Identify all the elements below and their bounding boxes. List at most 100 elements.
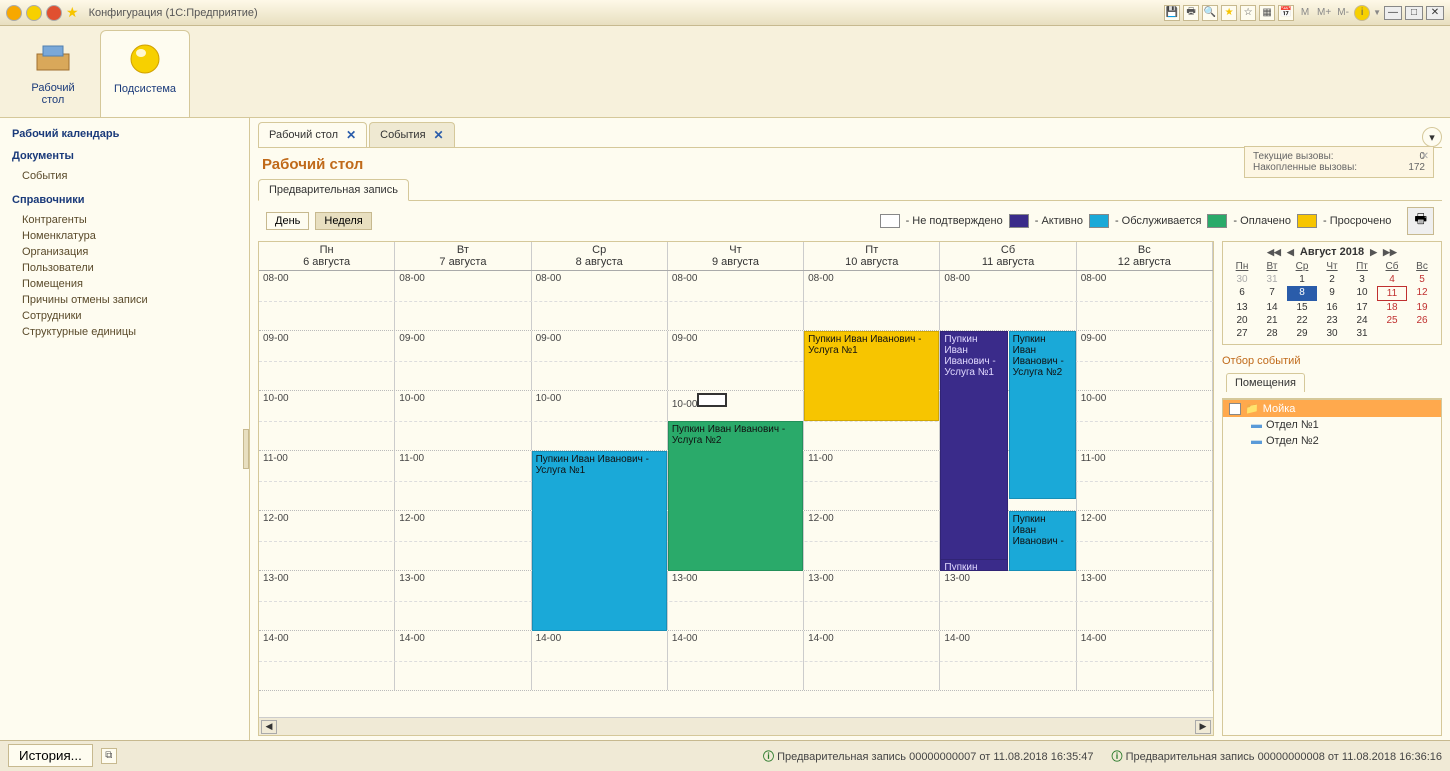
calendar-icon[interactable]: 📅 — [1278, 5, 1294, 21]
minical-day[interactable]: 15 — [1287, 301, 1317, 314]
info-icon[interactable]: i — [1354, 5, 1370, 21]
calendar-event-2[interactable]: Пупкин Иван Иванович - Услуга №1 — [804, 331, 939, 421]
maximize-button[interactable]: □ — [1405, 6, 1423, 20]
cal-cell-5-5[interactable]: 13-00 — [940, 571, 1076, 630]
minical-day[interactable] — [1407, 327, 1437, 340]
tree-root[interactable]: − 📁 Мойка — [1223, 400, 1441, 417]
minical-day[interactable]: 27 — [1227, 327, 1257, 340]
minical-day[interactable]: 22 — [1287, 314, 1317, 327]
calendar-event-3[interactable]: Пупкин Иван Иванович - Услуга №1 — [940, 331, 1007, 565]
minimize-button[interactable]: — — [1384, 6, 1402, 20]
ribbon-tab-subsystem[interactable]: Подсистема — [100, 30, 190, 117]
minical-day[interactable]: 13 — [1227, 301, 1257, 314]
cal-cell-4-1[interactable]: 12-00 — [395, 511, 531, 570]
cal-cell-1-0[interactable]: 09-00 — [259, 331, 395, 390]
nav-item-ref-0[interactable]: Контрагенты — [12, 212, 237, 228]
save-icon[interactable]: 💾 — [1164, 5, 1180, 21]
favorite-outline-icon[interactable]: ☆ — [1240, 5, 1256, 21]
view-week-button[interactable]: Неделя — [315, 212, 371, 230]
tree-child-0[interactable]: ▬Отдел №1 — [1223, 417, 1441, 433]
cal-cell-0-1[interactable]: 08-00 — [395, 271, 531, 330]
cal-cell-6-1[interactable]: 14-00 — [395, 631, 531, 690]
cal-cell-6-3[interactable]: 14-00 — [668, 631, 804, 690]
minical-day[interactable]: 7 — [1257, 286, 1287, 301]
subtab-prebooking[interactable]: Предварительная запись — [258, 179, 409, 201]
cal-cell-5-6[interactable]: 13-00 — [1077, 571, 1213, 630]
cal-cell-6-2[interactable]: 14-00 — [532, 631, 668, 690]
nav-item-ref-1[interactable]: Номенклатура — [12, 228, 237, 244]
cal-cell-4-4[interactable]: 12-00 — [804, 511, 940, 570]
nav-splitter[interactable] — [243, 429, 249, 469]
memory-m[interactable]: M — [1297, 5, 1313, 21]
cal-cell-6-6[interactable]: 14-00 — [1077, 631, 1213, 690]
print-button[interactable]: 🖶 — [1407, 207, 1434, 235]
tree-child-1[interactable]: ▬Отдел №2 — [1223, 433, 1441, 449]
minical-day[interactable] — [1377, 327, 1407, 340]
cal-cell-2-6[interactable]: 10-00 — [1077, 391, 1213, 450]
calendar-event-6[interactable]: Пупкин Иван Иванович - — [1009, 511, 1076, 571]
view-day-button[interactable]: День — [266, 212, 309, 230]
scroll-left-icon[interactable]: ◀ — [261, 720, 277, 734]
nav-item-ref-5[interactable]: Причины отмены записи — [12, 292, 237, 308]
tab-events[interactable]: События ✕ — [369, 122, 454, 147]
minical-prev-year-icon[interactable]: ◀◀ — [1267, 247, 1281, 258]
app-icon-1c[interactable] — [6, 5, 22, 21]
tree-collapse-icon[interactable]: − — [1229, 403, 1241, 415]
tab-desktop-close-icon[interactable]: ✕ — [346, 128, 356, 142]
minical-day[interactable]: 11 — [1377, 286, 1407, 301]
minical-day[interactable]: 8 — [1287, 286, 1317, 301]
forward-nav-icon[interactable] — [46, 5, 62, 21]
minical-next-year-icon[interactable]: ▶▶ — [1383, 247, 1397, 258]
nav-item-ref-7[interactable]: Структурные единицы — [12, 324, 237, 340]
minical-day[interactable]: 30 — [1317, 327, 1347, 340]
filter-tab-rooms[interactable]: Помещения — [1226, 373, 1305, 392]
cal-cell-6-5[interactable]: 14-00 — [940, 631, 1076, 690]
tab-events-close-icon[interactable]: ✕ — [434, 128, 444, 142]
minical-day[interactable]: 16 — [1317, 301, 1347, 314]
minical-day[interactable]: 12 — [1407, 286, 1437, 301]
minical-day[interactable]: 21 — [1257, 314, 1287, 327]
minical-grid[interactable]: ПнВтСрЧтПтСбВс30311234567891011121314151… — [1227, 260, 1437, 340]
minical-day[interactable]: 9 — [1317, 286, 1347, 301]
minical-day[interactable]: 4 — [1377, 273, 1407, 286]
cal-cell-3-4[interactable]: 11-00 — [804, 451, 940, 510]
cal-cell-5-0[interactable]: 13-00 — [259, 571, 395, 630]
cal-cell-1-2[interactable]: 09-00 — [532, 331, 668, 390]
ribbon-tab-desktop[interactable]: Рабочий стол — [8, 30, 98, 117]
calendar-hscroll[interactable]: ◀ ▶ — [259, 717, 1213, 735]
minical-day[interactable]: 19 — [1407, 301, 1437, 314]
minical-day[interactable]: 2 — [1317, 273, 1347, 286]
cal-cell-6-4[interactable]: 14-00 — [804, 631, 940, 690]
nav-item-ref-2[interactable]: Организация — [12, 244, 237, 260]
cal-cell-1-3[interactable]: 09-00 — [668, 331, 804, 390]
cal-cell-6-0[interactable]: 14-00 — [259, 631, 395, 690]
back-nav-icon[interactable] — [26, 5, 42, 21]
selected-time-slot[interactable] — [697, 393, 727, 407]
calendar-event-1[interactable]: Пупкин Иван Иванович - Услуга №2 — [668, 421, 803, 571]
close-button[interactable]: ✕ — [1426, 6, 1444, 20]
calc-icon[interactable]: ▦ — [1259, 5, 1275, 21]
notification-close-icon[interactable]: ✕ — [1421, 151, 1429, 162]
cal-cell-4-0[interactable]: 12-00 — [259, 511, 395, 570]
minical-day[interactable]: 5 — [1407, 273, 1437, 286]
cal-cell-4-6[interactable]: 12-00 — [1077, 511, 1213, 570]
cal-cell-3-1[interactable]: 11-00 — [395, 451, 531, 510]
minical-day[interactable]: 28 — [1257, 327, 1287, 340]
cal-cell-2-1[interactable]: 10-00 — [395, 391, 531, 450]
calendar-event-0[interactable]: Пупкин Иван Иванович - Услуга №1 — [532, 451, 667, 631]
cal-cell-5-3[interactable]: 13-00 — [668, 571, 804, 630]
favorite-icon[interactable]: ★ — [1221, 5, 1237, 21]
minical-day[interactable]: 14 — [1257, 301, 1287, 314]
minical-day[interactable]: 30 — [1227, 273, 1257, 286]
cal-cell-0-4[interactable]: 08-00 — [804, 271, 940, 330]
minical-day[interactable]: 3 — [1347, 273, 1377, 286]
cal-cell-0-6[interactable]: 08-00 — [1077, 271, 1213, 330]
minical-day[interactable]: 31 — [1347, 327, 1377, 340]
tab-more-icon[interactable]: ▾ — [1422, 127, 1442, 147]
calendar-body[interactable]: 08-0008-0008-0008-0008-0008-0008-0009-00… — [259, 271, 1213, 717]
cal-cell-3-0[interactable]: 11-00 — [259, 451, 395, 510]
minical-day[interactable]: 29 — [1287, 327, 1317, 340]
nav-item-doc-0[interactable]: События — [12, 168, 237, 184]
minical-day[interactable]: 24 — [1347, 314, 1377, 327]
minical-day[interactable]: 23 — [1317, 314, 1347, 327]
